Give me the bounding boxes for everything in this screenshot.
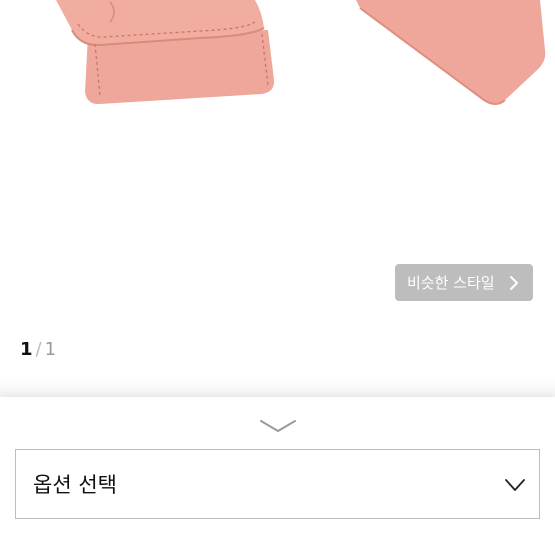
strap (356, 0, 546, 104)
option-select-dropdown[interactable]: 옵션 선택 (15, 449, 540, 519)
option-select-label: 옵션 선택 (33, 473, 117, 497)
chevron-right-icon (509, 275, 518, 290)
pager-current: 1 (20, 339, 33, 360)
chevron-down-icon (505, 479, 525, 491)
similar-style-button[interactable]: 비슷한 스타일 (395, 264, 533, 301)
chevron-down-icon[interactable] (259, 417, 297, 435)
image-pager: 1/1 (20, 339, 56, 360)
pager-separator: / (35, 339, 42, 360)
similar-style-label: 비슷한 스타일 (407, 274, 495, 292)
pager-total: 1 (44, 339, 57, 360)
